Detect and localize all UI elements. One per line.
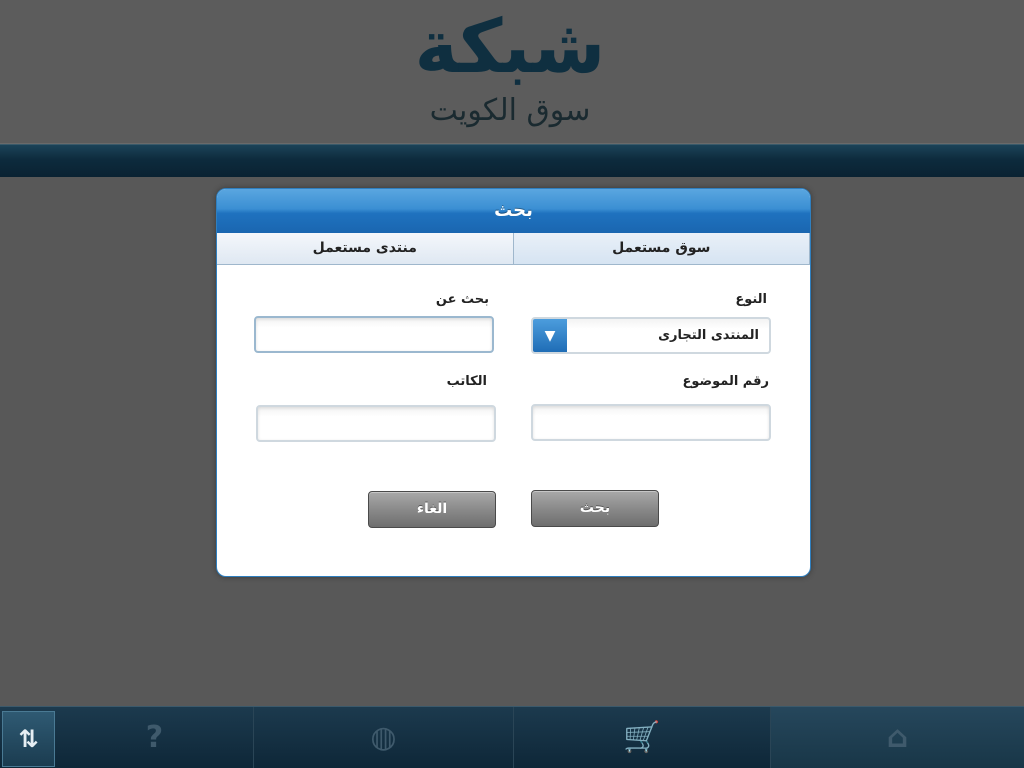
logo-sub-text: سوق الكويت	[429, 93, 591, 128]
nav-stripe	[0, 144, 1024, 177]
type-label: النوع	[735, 292, 767, 307]
bottom-toolbar: ⌂ 🛒 ◍ ? ⇅	[0, 706, 1024, 768]
logo-main-text: شبكة	[414, 4, 608, 90]
dialog-tabs: سوق مستعمل منتدى مستعمل	[217, 233, 810, 265]
toolbar-globe[interactable]: ◍	[253, 707, 513, 768]
author-input[interactable]	[258, 407, 494, 440]
toolbar-home[interactable]: ⌂	[770, 707, 1024, 768]
cancel-button[interactable]: الغاء	[368, 491, 496, 528]
toolbar-sort[interactable]: ⇅	[2, 711, 55, 767]
search-form: النوع المنتدى التجارى ▼ رقم الموضوع بحث …	[217, 265, 810, 576]
toolbar-cart[interactable]: 🛒	[513, 707, 770, 768]
author-field[interactable]	[256, 405, 496, 442]
author-label: الكاتب	[446, 374, 487, 389]
topic-number-label: رقم الموضوع	[682, 374, 769, 389]
sort-icon: ⇅	[18, 725, 39, 753]
chevron-down-icon: ▼	[533, 319, 567, 352]
home-icon: ⌂	[886, 720, 909, 755]
help-icon: ?	[145, 720, 164, 755]
cart-icon: 🛒	[623, 720, 661, 755]
globe-icon: ◍	[370, 720, 397, 755]
dialog-title: بحث	[217, 189, 810, 233]
app-header: شبكة سوق الكويت	[0, 0, 1024, 144]
search-button[interactable]: بحث	[531, 490, 659, 527]
search-for-label: بحث عن	[435, 292, 489, 307]
type-select-value: المنتدى التجارى	[658, 328, 759, 343]
tab-used-forum[interactable]: منتدى مستعمل	[217, 233, 514, 264]
search-for-input[interactable]	[256, 318, 492, 351]
logo: شبكة سوق الكويت	[390, 4, 630, 134]
tab-used-market[interactable]: سوق مستعمل	[513, 233, 810, 264]
topic-number-input[interactable]	[533, 406, 769, 439]
search-for-field[interactable]	[254, 316, 494, 353]
topic-number-field[interactable]	[531, 404, 771, 441]
toolbar-help[interactable]: ?	[56, 707, 253, 768]
search-dialog: بحث سوق مستعمل منتدى مستعمل النوع المنتد…	[216, 188, 811, 577]
type-select[interactable]: المنتدى التجارى ▼	[531, 317, 771, 354]
